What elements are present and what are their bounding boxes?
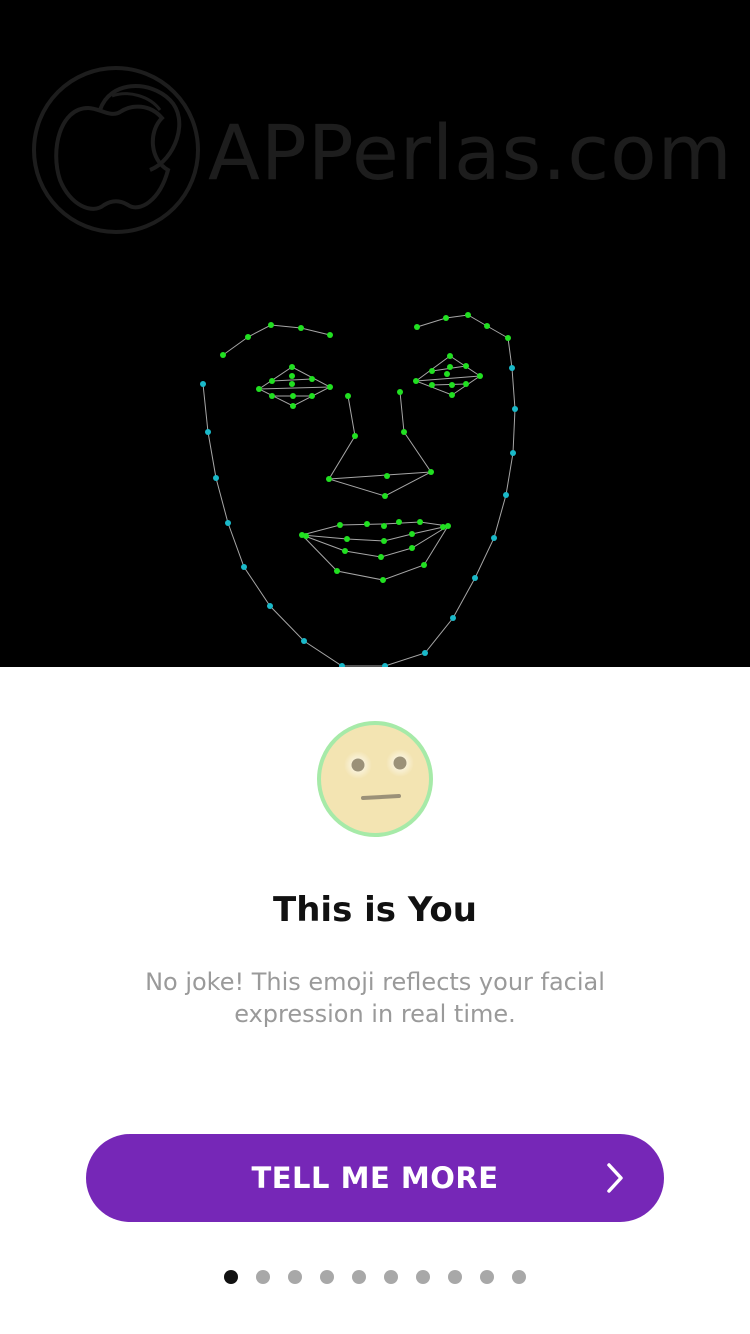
chevron-right-icon: [607, 1163, 623, 1193]
tell-me-more-label: TELL ME MORE: [251, 1161, 499, 1195]
page-dot[interactable]: [320, 1270, 334, 1284]
tell-me-more-button[interactable]: TELL ME MORE: [86, 1134, 664, 1222]
page-dot[interactable]: [256, 1270, 270, 1284]
page-indicator[interactable]: [0, 1270, 750, 1286]
page-dot[interactable]: [224, 1270, 238, 1284]
face-mesh-overlay: [200, 312, 518, 667]
camera-preview: APPerlas.com: [0, 0, 750, 667]
page-dot[interactable]: [288, 1270, 302, 1284]
neutral-face-emoji-icon: [316, 720, 434, 838]
page-dot[interactable]: [512, 1270, 526, 1284]
onboarding-description: No joke! This emoji reflects your facial…: [145, 968, 605, 1028]
page-dot[interactable]: [480, 1270, 494, 1284]
page-dot[interactable]: [416, 1270, 430, 1284]
onboarding-title: This is You: [273, 890, 477, 930]
page-dot[interactable]: [448, 1270, 462, 1284]
page-dot[interactable]: [384, 1270, 398, 1284]
page-dot[interactable]: [352, 1270, 366, 1284]
